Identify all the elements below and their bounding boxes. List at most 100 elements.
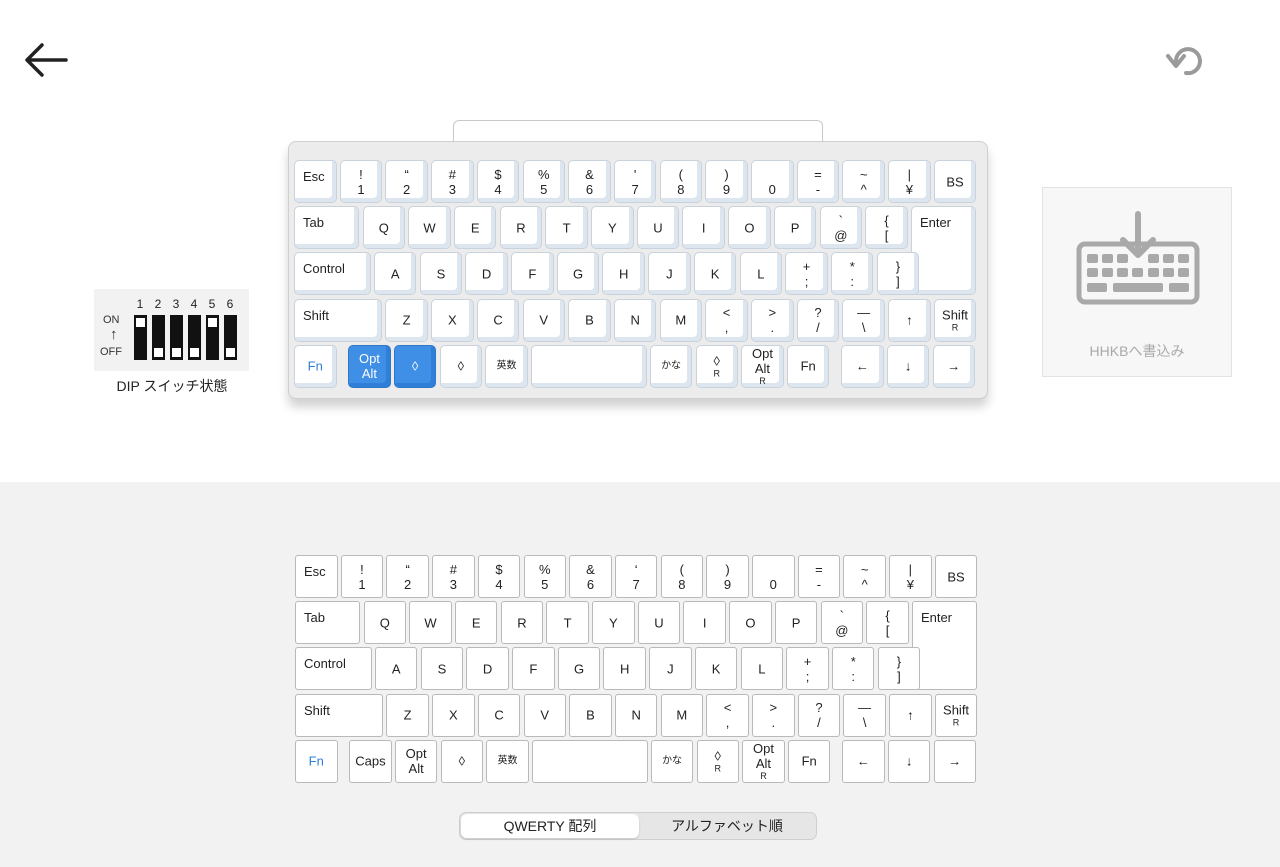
- key--[interactable]: かな: [649, 344, 693, 388]
- key-j[interactable]: J: [648, 252, 691, 296]
- dip-switch-6[interactable]: [224, 315, 237, 360]
- key-y[interactable]: Y: [591, 206, 634, 250]
- key-s[interactable]: S: [420, 647, 464, 691]
- key--[interactable]: ←: [842, 739, 885, 783]
- key-fn[interactable]: Fn: [294, 344, 337, 388]
- key--[interactable]: ~ ^: [843, 555, 886, 598]
- key--[interactable]: < ,: [706, 693, 749, 737]
- key--[interactable]: ↑: [888, 298, 931, 342]
- key--[interactable]: ' 7: [613, 160, 657, 203]
- layout-order-toggle[interactable]: QWERTY 配列 アルファベット順: [459, 812, 817, 840]
- segment-alphabetical[interactable]: アルファベット順: [639, 814, 815, 838]
- key-k[interactable]: K: [694, 647, 738, 691]
- key-enter[interactable]: Enter: [911, 601, 978, 691]
- key--[interactable]: ◊: [440, 739, 484, 783]
- key--[interactable]: ↑: [889, 693, 932, 737]
- key-fn[interactable]: Fn: [786, 344, 830, 388]
- key-u[interactable]: U: [636, 206, 680, 250]
- key-x[interactable]: X: [431, 298, 474, 342]
- key-shift[interactable]: Shift: [295, 693, 384, 737]
- key--[interactable]: # 3: [431, 160, 474, 203]
- key--[interactable]: > .: [751, 298, 794, 342]
- key-v[interactable]: V: [523, 693, 566, 737]
- key--[interactable]: % 5: [523, 555, 566, 598]
- key-e[interactable]: E: [454, 601, 498, 645]
- key-f[interactable]: F: [512, 647, 555, 691]
- key-sym[interactable]: 0: [752, 555, 795, 598]
- key--[interactable]: + ;: [786, 647, 829, 691]
- key--[interactable]: “ 2: [385, 160, 428, 203]
- key--[interactable]: ? /: [797, 693, 841, 737]
- key-r[interactable]: R: [499, 206, 543, 250]
- key-opt[interactable]: Opt Alt R: [742, 739, 785, 783]
- dip-switch-4[interactable]: [188, 315, 201, 360]
- key-l[interactable]: L: [740, 647, 784, 691]
- key--[interactable]: * :: [831, 647, 875, 691]
- key--[interactable]: — \: [843, 693, 886, 737]
- key--[interactable]: = -: [796, 160, 840, 203]
- key--[interactable]: →: [933, 739, 977, 783]
- key-n[interactable]: N: [614, 693, 658, 737]
- key--[interactable]: * :: [830, 252, 874, 296]
- key-bs[interactable]: BS: [933, 160, 977, 203]
- key--[interactable]: { [: [865, 206, 908, 250]
- key-tab[interactable]: Tab: [294, 206, 360, 250]
- key--[interactable]: < ,: [705, 298, 748, 342]
- key-x[interactable]: X: [432, 693, 475, 737]
- key-o[interactable]: O: [728, 206, 771, 250]
- dip-switch-2[interactable]: [152, 315, 165, 360]
- key-caps[interactable]: Caps: [349, 739, 392, 783]
- key-c[interactable]: C: [477, 693, 521, 737]
- key-l[interactable]: L: [739, 252, 783, 296]
- key-q[interactable]: Q: [363, 601, 407, 645]
- key-p[interactable]: P: [774, 601, 818, 645]
- key-j[interactable]: J: [649, 647, 692, 691]
- key--[interactable]: ~ ^: [842, 160, 885, 203]
- dip-switch-1[interactable]: [134, 315, 147, 360]
- key-control[interactable]: Control: [294, 252, 371, 296]
- key-a[interactable]: A: [373, 252, 417, 296]
- key--[interactable]: ◊ R: [696, 739, 740, 783]
- key-bs[interactable]: BS: [934, 555, 978, 598]
- key-esc[interactable]: Esc: [295, 555, 338, 598]
- key-p[interactable]: P: [773, 206, 817, 250]
- key--[interactable]: ) 9: [706, 555, 749, 598]
- key--[interactable]: 英数: [486, 739, 529, 783]
- key--[interactable]: { [: [866, 601, 909, 645]
- key-i[interactable]: I: [682, 206, 725, 250]
- key-space[interactable]: [532, 739, 648, 783]
- key--[interactable]: + ;: [785, 252, 828, 296]
- key-f[interactable]: F: [511, 252, 554, 296]
- key-h[interactable]: H: [603, 647, 646, 691]
- key-v[interactable]: V: [522, 298, 565, 342]
- key--[interactable]: % 5: [522, 160, 565, 203]
- key--[interactable]: “ 2: [386, 555, 429, 598]
- key--[interactable]: } ]: [876, 252, 920, 296]
- key-fn[interactable]: Fn: [787, 739, 831, 783]
- key-control[interactable]: Control: [295, 647, 372, 691]
- key--[interactable]: | ¥: [888, 160, 931, 203]
- key--[interactable]: ←: [841, 344, 884, 388]
- key-w[interactable]: W: [408, 206, 451, 250]
- key-n[interactable]: N: [613, 298, 657, 342]
- key--[interactable]: $ 4: [476, 160, 520, 203]
- undo-button[interactable]: [1164, 40, 1210, 80]
- key-c[interactable]: C: [476, 298, 520, 342]
- key--[interactable]: > .: [752, 693, 795, 737]
- key--[interactable]: ↓: [887, 739, 931, 783]
- key--[interactable]: } ]: [877, 647, 921, 691]
- key-shift[interactable]: Shift: [294, 298, 383, 342]
- key--[interactable]: ◊ R: [695, 344, 739, 388]
- key-enter[interactable]: Enter: [910, 206, 977, 296]
- key--[interactable]: ↓: [886, 344, 930, 388]
- key-opt[interactable]: Opt Alt: [348, 344, 391, 388]
- key-opt[interactable]: Opt Alt: [394, 739, 438, 783]
- key-r[interactable]: R: [500, 601, 544, 645]
- key-b[interactable]: B: [569, 693, 612, 737]
- key-i[interactable]: I: [683, 601, 726, 645]
- key-b[interactable]: B: [568, 298, 611, 342]
- key-d[interactable]: D: [465, 252, 508, 296]
- key--[interactable]: ◊: [439, 344, 483, 388]
- key-fn[interactable]: Fn: [295, 739, 338, 783]
- key-m[interactable]: M: [660, 693, 704, 737]
